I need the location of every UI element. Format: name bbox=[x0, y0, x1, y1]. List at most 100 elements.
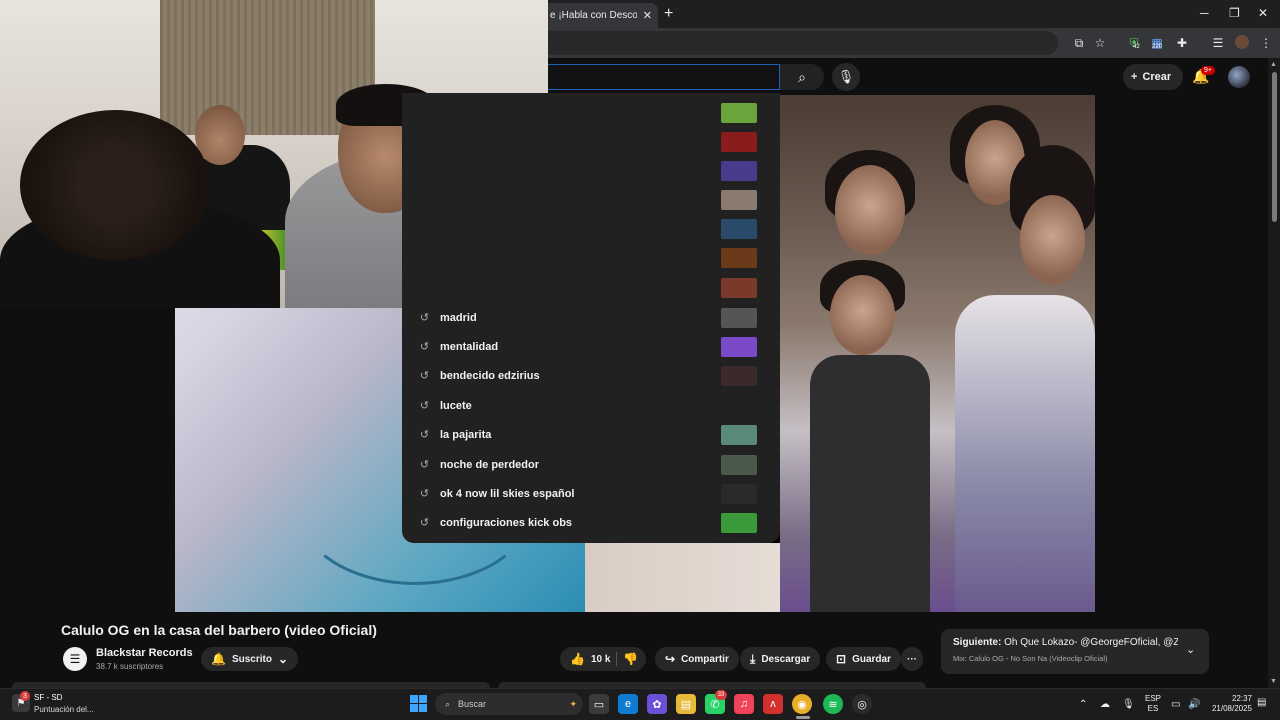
download-label: Descargar bbox=[761, 653, 811, 665]
search-suggestion-ok-4-now[interactable]: ↺ ok 4 now lil skies español bbox=[402, 479, 780, 508]
taskbar-search[interactable]: ⌕ Buscar ✦ bbox=[435, 693, 583, 715]
onedrive-icon[interactable]: ☁ bbox=[1100, 699, 1110, 710]
subscribed-button[interactable]: 🔔 Suscrito ⌄ bbox=[201, 647, 299, 671]
search-input[interactable] bbox=[548, 64, 780, 90]
dislike-icon[interactable]: 👎 bbox=[623, 652, 638, 666]
microphone-tray-icon[interactable]: 🎙 bbox=[1122, 699, 1135, 710]
channel-avatar[interactable]: ☰ bbox=[63, 647, 87, 671]
language-indicator[interactable]: ESP ES bbox=[1145, 694, 1161, 714]
more-icon: ··· bbox=[907, 653, 917, 665]
history-icon: ↺ bbox=[419, 429, 430, 441]
search-suggestion-mentalidad[interactable]: ↺ mentalidad bbox=[402, 332, 780, 361]
search-suggestion-madrid[interactable]: ↺ madrid bbox=[402, 303, 780, 332]
history-icon: ↺ bbox=[419, 341, 430, 353]
suggestion-thumbnail bbox=[721, 160, 757, 181]
video-figure-face-4 bbox=[830, 275, 895, 355]
new-tab-button[interactable]: + bbox=[664, 5, 673, 23]
search-suggestion[interactable] bbox=[402, 98, 780, 127]
suggestion-thumbnail bbox=[721, 277, 757, 298]
chrome-icon[interactable]: ◉ bbox=[792, 694, 812, 714]
save-button[interactable]: ⊡ Guardar bbox=[826, 647, 901, 671]
minimize-button[interactable]: ─ bbox=[1200, 6, 1209, 20]
youtube-account-avatar[interactable] bbox=[1228, 66, 1250, 88]
search-suggestion[interactable] bbox=[402, 127, 780, 156]
chevron-down-icon[interactable]: ⌄ bbox=[1186, 643, 1195, 656]
history-icon: ↺ bbox=[419, 400, 430, 412]
start-button[interactable] bbox=[410, 695, 427, 712]
subscriber-count: 38.7 k suscriptores bbox=[96, 662, 164, 671]
like-icon[interactable]: 👍 bbox=[570, 652, 585, 666]
close-window-button[interactable]: ✕ bbox=[1258, 6, 1268, 20]
obs-icon[interactable]: ◎ bbox=[852, 694, 872, 714]
like-count[interactable]: 10 k bbox=[591, 654, 610, 665]
tray-overflow-icon[interactable]: ⌃ bbox=[1079, 699, 1087, 710]
suggestion-text: mentalidad bbox=[440, 340, 499, 353]
history-icon: ↺ bbox=[419, 312, 430, 324]
search-suggestion[interactable] bbox=[402, 214, 780, 243]
search-suggestion-configuraciones[interactable]: ↺ configuraciones kick obs bbox=[402, 508, 780, 537]
more-actions-button[interactable]: ··· bbox=[901, 647, 923, 671]
search-suggestion[interactable] bbox=[402, 273, 780, 302]
music-icon[interactable]: ♫ bbox=[734, 694, 754, 714]
browser-profile-avatar[interactable] bbox=[1235, 35, 1249, 49]
bookmark-star-icon[interactable]: ☆ bbox=[1092, 35, 1108, 51]
browser-menu-icon[interactable]: ⋮ bbox=[1258, 35, 1274, 51]
notifications-badge: 9+ bbox=[1201, 66, 1215, 75]
save-bookmark-icon: ⊡ bbox=[836, 652, 847, 666]
widgets-line1[interactable]: SF - SD bbox=[34, 693, 62, 702]
suggestion-thumbnail bbox=[721, 424, 757, 445]
video-title: Calulo OG en la casa del barbero (video … bbox=[61, 622, 377, 638]
widgets-line2[interactable]: Puntuación del... bbox=[34, 705, 94, 714]
copilot-icon[interactable]: ✿ bbox=[647, 694, 667, 714]
search-button[interactable]: ⌕ bbox=[780, 64, 824, 90]
search-suggestion-noche-de-perdedor[interactable]: ↺ noche de perdedor bbox=[402, 450, 780, 479]
scrollbar-thumb[interactable] bbox=[1272, 72, 1277, 222]
up-next-prefix: Siguiente: bbox=[953, 637, 1002, 648]
task-view-icon[interactable]: ▭ bbox=[589, 694, 609, 714]
scroll-down-arrow-icon[interactable]: ▼ bbox=[1270, 678, 1277, 685]
create-button[interactable]: + Crear bbox=[1123, 64, 1184, 90]
clock-date: 21/08/2025 bbox=[1211, 704, 1252, 713]
spotify-icon[interactable]: ≋ bbox=[823, 694, 843, 714]
video-figure-body-2 bbox=[955, 295, 1095, 612]
history-icon: ↺ bbox=[419, 517, 430, 529]
network-icon[interactable]: ▭ bbox=[1171, 699, 1180, 710]
download-button[interactable]: ⤓ Descargar bbox=[740, 647, 821, 671]
system-clock[interactable]: 22:37 21/08/2025 bbox=[1208, 694, 1252, 714]
search-suggestion[interactable] bbox=[402, 243, 780, 272]
up-next-mix: Mix: Calulo OG - No Son Na (Videoclip Of… bbox=[953, 654, 1108, 663]
volume-icon[interactable]: 🔊 bbox=[1188, 699, 1200, 710]
scroll-up-arrow-icon[interactable]: ▲ bbox=[1270, 61, 1277, 68]
suggestion-thumbnail bbox=[721, 189, 757, 210]
reading-list-icon[interactable]: ☰ bbox=[1210, 35, 1226, 51]
file-explorer-icon[interactable]: ▤ bbox=[676, 694, 696, 714]
extension-badge: 42 bbox=[1133, 44, 1140, 50]
address-bar[interactable] bbox=[548, 31, 1058, 55]
extension-badge-2: 220 bbox=[1152, 44, 1163, 50]
search-suggestion-la-pajarita[interactable]: ↺ la pajarita bbox=[402, 420, 780, 449]
bell-icon: 🔔 bbox=[211, 652, 226, 666]
edge-icon[interactable]: e bbox=[618, 694, 638, 714]
extensions-puzzle-icon[interactable]: ✚ bbox=[1174, 35, 1190, 51]
search-suggestion-bendecido[interactable]: ↺ bendecido edzirius bbox=[402, 361, 780, 390]
cast-icon[interactable]: ⧉ bbox=[1071, 35, 1087, 51]
share-button[interactable]: ↪ Compartir bbox=[655, 647, 739, 671]
notification-center-icon[interactable]: ▤ bbox=[1257, 697, 1266, 708]
suggestion-thumbnail bbox=[721, 454, 757, 475]
voice-search-button[interactable]: 🎙 bbox=[832, 63, 860, 91]
history-icon: ↺ bbox=[419, 370, 430, 382]
acrobat-icon[interactable]: ᴧ bbox=[763, 694, 783, 714]
maximize-button[interactable]: ❐ bbox=[1229, 6, 1240, 20]
tab-close-icon[interactable]: ✕ bbox=[643, 9, 652, 22]
search-suggestion[interactable] bbox=[402, 156, 780, 185]
search-suggestion-lucete[interactable]: ↺ lucete bbox=[402, 391, 780, 420]
browser-tab[interactable]: e ¡Habla con Desconoc ✕ bbox=[540, 3, 658, 28]
channel-name[interactable]: Blackstar Records bbox=[96, 647, 193, 659]
up-next-card[interactable]: Siguiente: Oh Que Lokazo- @GeorgeFOficia… bbox=[941, 629, 1209, 674]
language-line2: ES bbox=[1147, 704, 1159, 713]
search-suggestion[interactable] bbox=[402, 185, 780, 214]
save-label: Guardar bbox=[852, 653, 891, 665]
suggestion-text: noche de perdedor bbox=[440, 458, 540, 471]
tab-title: e ¡Habla con Desconoc bbox=[550, 10, 637, 21]
suggestion-thumbnail bbox=[721, 131, 757, 152]
